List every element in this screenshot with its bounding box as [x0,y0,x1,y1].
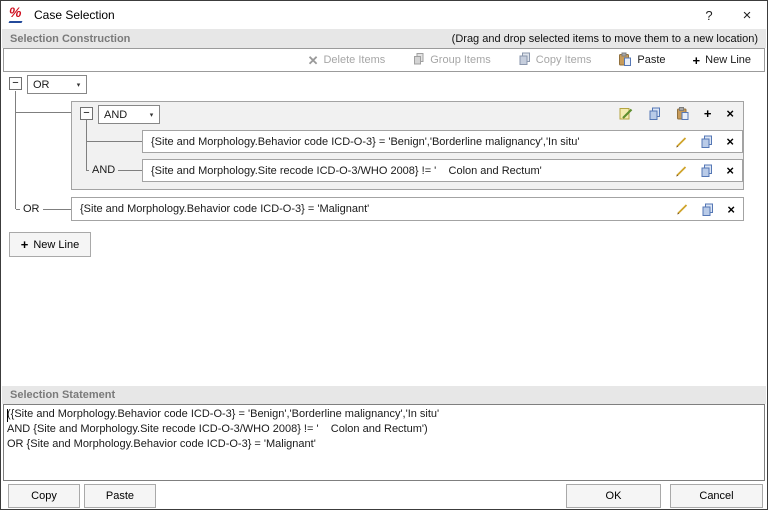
copy-icon[interactable] [648,107,661,120]
branch-label-or: OR [20,203,43,215]
chevron-down-icon: ▾ [76,81,81,89]
construction-toolbar: ✕ Delete Items Group Items Copy Items Pa… [3,48,765,72]
root-collapse-button[interactable]: − [9,77,22,90]
case-selection-dialog: % Case Selection ? × Selection Construct… [0,0,768,510]
statement-line: AND {Site and Morphology.Site recode ICD… [7,423,428,435]
selection-construction-title: Selection Construction [10,32,131,45]
condition-row-site-recode[interactable]: {Site and Morphology.Site recode ICD-O-3… [142,159,743,182]
root-operator-dropdown[interactable]: OR ▾ [27,75,87,94]
statement-line: ({Site and Morphology.Behavior code ICD-… [7,408,440,420]
text-cursor [7,409,8,422]
root-operator-value: OR [33,78,50,91]
title-bar: % Case Selection ? × [1,1,767,29]
help-button[interactable]: ? [695,4,723,26]
add-line-icon[interactable]: + [704,107,712,120]
edit-icon[interactable] [619,106,633,120]
delete-line-icon[interactable]: × [726,164,734,177]
close-button[interactable]: × [733,4,761,26]
plus-icon: + [20,237,29,252]
paste-icon [618,52,632,69]
cancel-button[interactable]: Cancel [670,484,763,508]
delete-line-icon[interactable]: × [726,135,734,148]
copy-icon[interactable] [700,164,713,177]
edit-icon[interactable] [675,165,687,177]
selection-construction-header: Selection Construction (Drag and drop se… [2,29,766,48]
selection-statement-header: Selection Statement [2,386,766,404]
copy-icon[interactable] [701,203,714,216]
delete-group-icon[interactable]: × [726,107,734,120]
and-group-box[interactable]: − AND ▾ + × AND {Site and Morphology.Beh… [71,101,744,190]
group-operator-dropdown[interactable]: AND ▾ [98,105,160,124]
new-line-toolbar-button[interactable]: + New Line [693,54,751,67]
new-line-button[interactable]: + New Line [9,232,91,257]
branch-label-and: AND [89,164,119,176]
tree-line [87,141,142,142]
tree-line [16,112,71,113]
paste-footer-button[interactable]: Paste [84,484,156,508]
condition-text: {Site and Morphology.Behavior code ICD-O… [80,203,370,215]
delete-items-icon: ✕ [307,52,319,68]
paste-icon[interactable] [676,106,689,120]
paste-button[interactable]: Paste [618,52,666,69]
ok-button[interactable]: OK [566,484,661,508]
delete-line-icon[interactable]: × [727,203,735,216]
condition-text: {Site and Morphology.Site recode ICD-O-3… [151,164,542,177]
seerstat-percent-icon: % [8,4,27,24]
copy-button[interactable]: Copy [8,484,80,508]
chevron-down-icon: ▾ [149,111,154,119]
tree-line [15,91,16,209]
tree-line [86,120,87,171]
selection-statement-textarea[interactable]: ({Site and Morphology.Behavior code ICD-… [3,404,765,481]
group-items-icon [412,52,425,68]
drag-drop-hint: (Drag and drop selected items to move th… [451,32,758,45]
copy-icon[interactable] [700,135,713,148]
page-title: Case Selection [34,8,115,22]
condition-row-behavior-malignant[interactable]: {Site and Morphology.Behavior code ICD-O… [71,197,744,221]
delete-items-button[interactable]: ✕ Delete Items [308,54,386,67]
edit-icon[interactable] [676,203,688,215]
group-items-button[interactable]: Group Items [412,52,491,68]
selection-statement-title: Selection Statement [10,389,116,401]
group-collapse-button[interactable]: − [80,107,93,120]
condition-text: {Site and Morphology.Behavior code ICD-O… [151,135,580,148]
plus-icon: + [692,52,701,68]
copy-items-icon [518,52,531,68]
copy-items-button[interactable]: Copy Items [518,52,591,68]
group-operator-value: AND [104,108,128,121]
edit-icon[interactable] [675,136,687,148]
condition-row-behavior-benign[interactable]: {Site and Morphology.Behavior code ICD-O… [142,130,743,153]
statement-line: OR {Site and Morphology.Behavior code IC… [7,438,316,450]
